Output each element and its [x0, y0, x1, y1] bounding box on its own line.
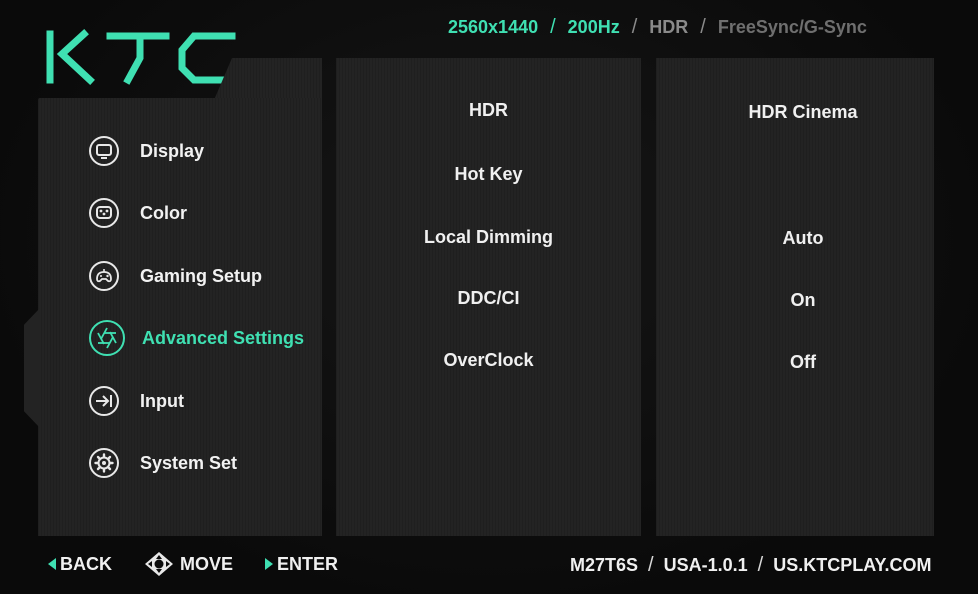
option-local-dimming[interactable]: Local Dimming	[336, 224, 641, 250]
spec-refresh-rate: 200Hz	[567, 16, 620, 37]
separator: /	[700, 15, 706, 38]
spec-sync: FreeSync/G-Sync	[717, 16, 867, 37]
spec-hdr: HDR	[649, 16, 689, 37]
back-hint[interactable]: BACK	[48, 554, 112, 575]
back-label: BACK	[60, 553, 112, 574]
menu-item-label: Advanced Settings	[142, 327, 305, 348]
separator: /	[648, 554, 654, 576]
main-menu-panel-notch	[24, 308, 40, 428]
move-label: MOVE	[180, 553, 234, 574]
menu-item-label: Color	[140, 202, 187, 223]
menu-item-label: Input	[140, 390, 184, 411]
aperture-icon	[88, 319, 126, 357]
menu-item-color[interactable]: Color	[88, 196, 187, 230]
menu-item-display[interactable]: Display	[88, 134, 204, 168]
menu-item-system-set[interactable]: System Set	[88, 446, 237, 480]
menu-item-input[interactable]: Input	[88, 384, 184, 418]
ktc-logo	[46, 29, 236, 85]
website: US.KTCPLAY.COM	[773, 555, 932, 575]
spec-bar: 2560x1440 / 200Hz / HDR / FreeSync/G-Syn…	[448, 14, 867, 40]
menu-item-label: Gaming Setup	[140, 265, 263, 286]
move-hint[interactable]: MOVE	[144, 552, 233, 576]
value-ddc-ci: On	[790, 290, 816, 310]
firmware-version: USA-1.0.1	[663, 555, 748, 575]
control-hints: BACK MOVE ENTER	[48, 552, 370, 576]
option-hot-key[interactable]: Hot Key	[336, 161, 641, 187]
separator: /	[757, 554, 764, 576]
separator: /	[550, 15, 556, 38]
dpad-icon	[145, 552, 173, 576]
menu-item-label: System Set	[140, 452, 238, 473]
device-info: M27T6S / USA-1.0.1 / US.KTCPLAY.COM	[570, 554, 932, 577]
value-local-dimming: Auto	[782, 228, 824, 248]
model-name: M27T6S	[570, 555, 639, 575]
value-overclock: Off	[790, 352, 816, 372]
value-hdr: HDR Cinema	[748, 102, 858, 122]
menu-item-advanced-settings[interactable]: Advanced Settings	[88, 319, 305, 357]
enter-hint[interactable]: ENTER	[265, 554, 338, 575]
enter-label: ENTER	[277, 553, 339, 574]
option-ddc-ci[interactable]: DDC/CI	[336, 285, 641, 311]
option-hdr[interactable]: HDR	[336, 97, 641, 123]
input-arrow-icon	[88, 385, 120, 417]
menu-item-gaming-setup[interactable]: Gaming Setup	[88, 259, 262, 293]
chevron-left-icon	[48, 558, 56, 570]
osd-screen: 2560x1440 / 200Hz / HDR / FreeSync/G-Syn…	[0, 0, 978, 594]
monitor-icon	[88, 135, 120, 167]
separator: /	[631, 15, 638, 38]
menu-item-label: Display	[140, 140, 205, 161]
color-palette-icon	[88, 197, 120, 229]
option-overclock[interactable]: OverClock	[336, 347, 641, 373]
gamepad-icon	[88, 260, 120, 292]
spec-resolution: 2560x1440	[448, 16, 539, 37]
chevron-right-icon	[265, 558, 274, 570]
main-menu-panel-tab	[214, 58, 322, 100]
gear-icon	[88, 447, 120, 479]
